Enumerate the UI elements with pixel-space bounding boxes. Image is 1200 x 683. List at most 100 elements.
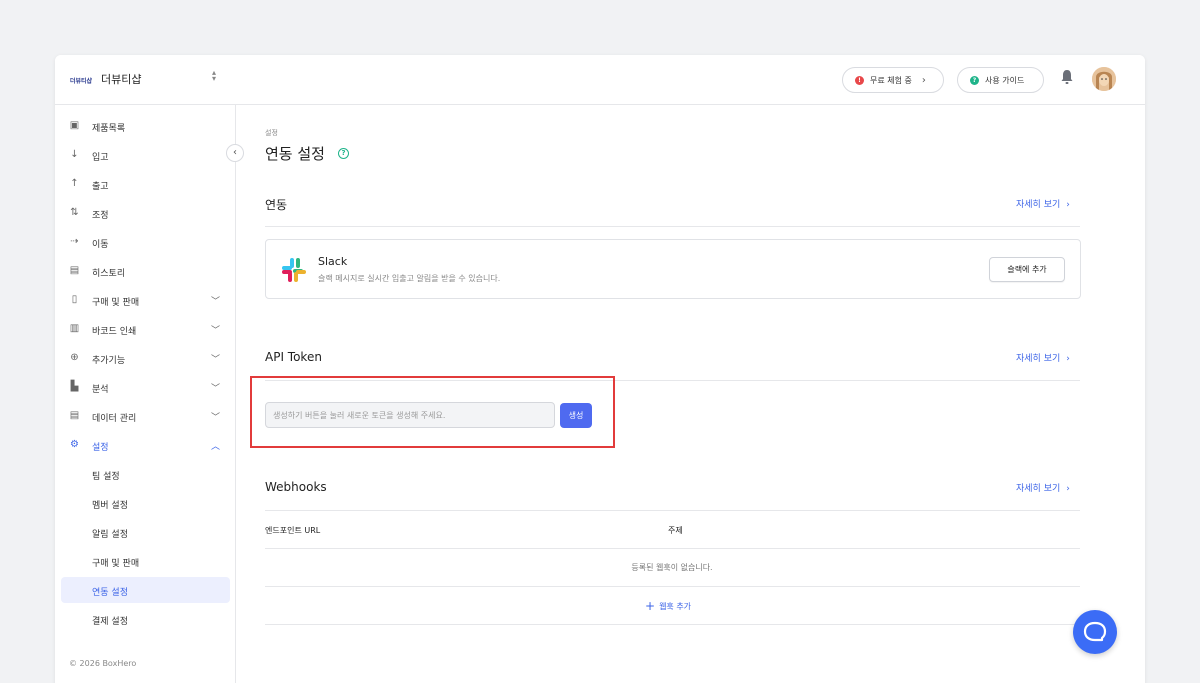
move-icon: ⇢ (70, 236, 79, 247)
divider (265, 380, 1080, 381)
generate-token-button[interactable]: 생성 (560, 403, 592, 428)
help-icon[interactable]: ? (338, 148, 349, 159)
sidebar-sub-billing-settings[interactable]: 결제 설정 (61, 606, 230, 632)
copyright: © 2026 BoxHero (69, 659, 137, 668)
column-header-topic: 주제 (668, 526, 683, 535)
history-icon: ▤ (69, 265, 80, 276)
sidebar-sub-notification-settings[interactable]: 알림 설정 (61, 519, 230, 545)
sidebar-sub-member-settings[interactable]: 멤버 설정 (61, 490, 230, 516)
more-link-label: 자세히 보기 (1016, 354, 1061, 364)
sidebar-item-label: 입고 (92, 153, 109, 163)
sidebar-item-label: 히스토리 (92, 269, 126, 279)
chat-support-button[interactable] (1073, 610, 1117, 654)
bell-icon[interactable] (1060, 69, 1074, 85)
slack-name: Slack (318, 255, 348, 268)
sidebar-item-move[interactable]: ⇢ 이동 (61, 229, 230, 255)
sidebar-item-analytics[interactable]: ▙ 분석 ﹀ (61, 374, 230, 400)
add-to-slack-button[interactable]: 슬랙에 추가 (989, 257, 1065, 282)
sidebar-item-label: 바코드 인쇄 (92, 327, 137, 337)
sidebar-item-data[interactable]: ▤ 데이터 관리 ﹀ (61, 403, 230, 429)
chevron-right-icon: › (1066, 200, 1070, 210)
team-switch-icon[interactable]: ▴ ▾ (212, 69, 216, 83)
arrow-up-icon: ↑ (70, 178, 79, 189)
divider (265, 510, 1080, 511)
plus-icon: + (645, 599, 656, 613)
avatar[interactable] (1092, 67, 1116, 91)
divider (265, 586, 1080, 587)
integration-section-title: 연동 (265, 198, 288, 212)
team-name[interactable]: 더뷰티샵 (101, 71, 141, 87)
sidebar-item-settings[interactable]: ⚙ 설정 ︿ (61, 432, 230, 458)
box-icon: ▣ (69, 120, 80, 131)
more-link-label: 자세히 보기 (1016, 200, 1061, 210)
sidebar-item-label: 추가기능 (92, 356, 126, 366)
collapse-sidebar-button[interactable]: ‹ (226, 144, 244, 162)
column-header-endpoint: 엔드포인트 URL (265, 526, 321, 535)
chart-icon: ▙ (70, 381, 79, 392)
sidebar-sub-label: 결제 설정 (92, 617, 128, 627)
sidebar-item-purchase-sales[interactable]: ▯ 구매 및 판매 ﹀ (61, 287, 230, 313)
sidebar-item-stock-out[interactable]: ↑ 출고 (61, 171, 230, 197)
adjust-icon: ⇅ (70, 207, 79, 218)
database-icon: ▤ (69, 410, 80, 421)
alert-icon: ! (855, 75, 864, 85)
chevron-down-icon: ﹀ (211, 326, 221, 336)
top-bar: 더뷰티샵 더뷰티샵 ▴ ▾ ! 무료 체험 중 › ? 사용 가이드 (55, 55, 1145, 105)
sidebar-item-stock-in[interactable]: ↓ 입고 (61, 142, 230, 168)
user-guide-button[interactable]: ? 사용 가이드 (957, 67, 1044, 93)
user-guide-label: 사용 가이드 (985, 75, 1025, 85)
chevron-right-icon: › (921, 74, 926, 86)
plus-circle-icon: ⊕ (70, 352, 79, 363)
document-icon: ▯ (71, 294, 78, 305)
divider (265, 226, 1080, 227)
sidebar-item-label: 출고 (92, 182, 109, 192)
barcode-icon: ▥ (69, 323, 80, 334)
divider (265, 548, 1080, 549)
slack-logo-icon (282, 258, 306, 282)
page-title: 연동 설정 (265, 145, 325, 163)
sidebar-item-history[interactable]: ▤ 히스토리 (61, 258, 230, 284)
api-token-more-link[interactable]: 자세히 보기 › (1016, 351, 1070, 364)
api-token-input[interactable] (265, 402, 555, 428)
add-webhook-button[interactable]: + 웹훅 추가 (645, 599, 691, 613)
sidebar-item-label: 조정 (92, 211, 109, 221)
main-content: 설정 연동 설정 ? 연동 자세히 보기 › Slack 슬랙 메시지로 실시간 … (237, 105, 1145, 683)
chevron-right-icon: › (1066, 484, 1070, 494)
webhooks-more-link[interactable]: 자세히 보기 › (1016, 481, 1070, 494)
sidebar-item-barcode[interactable]: ▥ 바코드 인쇄 ﹀ (61, 316, 230, 342)
sidebar-sub-team-settings[interactable]: 팀 설정 (61, 461, 230, 487)
integration-more-link[interactable]: 자세히 보기 › (1016, 197, 1070, 210)
sidebar-item-label: 분석 (92, 385, 109, 395)
api-token-section-title: API Token (265, 350, 322, 364)
arrow-down-icon: ↓ (70, 149, 79, 160)
sidebar-sub-integration-settings[interactable]: 연동 설정 (61, 577, 230, 603)
sidebar-sub-label: 팀 설정 (92, 472, 120, 482)
team-logo: 더뷰티샵 (70, 78, 93, 85)
webhooks-empty-message: 등록된 웹훅이 없습니다. (631, 563, 713, 572)
chevron-down-icon: ﹀ (211, 384, 221, 394)
question-icon: ? (970, 75, 979, 85)
chevron-down-icon: ﹀ (211, 413, 221, 423)
chevron-down-icon: ﹀ (211, 355, 221, 365)
chevron-down-icon: ﹀ (211, 297, 221, 307)
add-webhook-label: 웹훅 추가 (659, 602, 692, 611)
more-link-label: 자세히 보기 (1016, 484, 1061, 494)
chevron-right-icon: › (1066, 354, 1070, 364)
free-trial-label: 무료 체험 중 (870, 75, 912, 85)
sidebar-sub-purchase-sales[interactable]: 구매 및 판매 (61, 548, 230, 574)
divider (265, 624, 1080, 625)
free-trial-button[interactable]: ! 무료 체험 중 › (842, 67, 944, 93)
sidebar-item-label: 제품목록 (92, 124, 126, 134)
sidebar-item-label: 설정 (92, 443, 109, 453)
sidebar-sub-label: 구매 및 판매 (92, 559, 140, 569)
gear-icon: ⚙ (70, 439, 79, 450)
sidebar-item-label: 이동 (92, 240, 109, 250)
sidebar-item-label: 구매 및 판매 (92, 298, 140, 308)
sidebar-item-adjust[interactable]: ⇅ 조정 (61, 200, 230, 226)
breadcrumb[interactable]: 설정 (265, 128, 278, 138)
sidebar-item-products[interactable]: ▣ 제품목록 (61, 113, 230, 139)
sidebar-sub-label: 연동 설정 (92, 588, 128, 598)
sidebar-item-addons[interactable]: ⊕ 추가기능 ﹀ (61, 345, 230, 371)
slack-description: 슬랙 메시지로 실시간 입출고 알림을 받을 수 있습니다. (318, 274, 501, 283)
sidebar-item-label: 데이터 관리 (92, 414, 137, 424)
